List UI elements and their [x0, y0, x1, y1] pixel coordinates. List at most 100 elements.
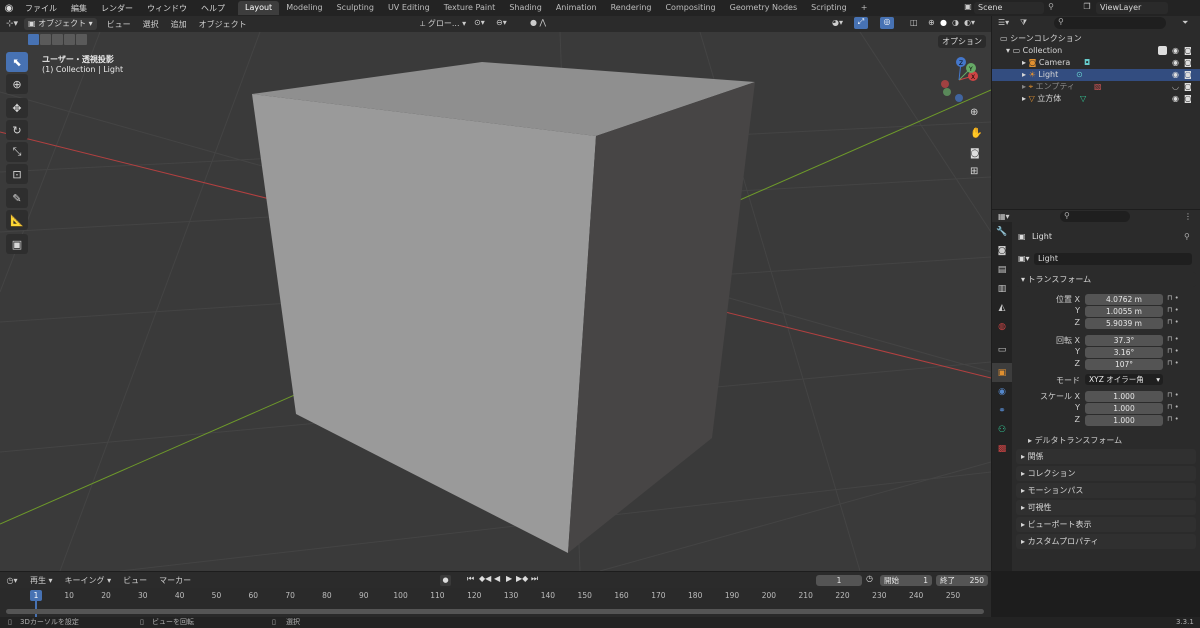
- lock-icon[interactable]: ⊓ •: [1167, 306, 1179, 314]
- lock-icon[interactable]: ⊓ •: [1167, 335, 1179, 343]
- view-layer-icon[interactable]: ❐: [1080, 2, 1094, 11]
- scale-z-field[interactable]: 1.000: [1085, 415, 1163, 426]
- timeline-area[interactable]: 1 10 20 30 40 50 60 70 80 90 100 110 120 130 140 150 160…: [0, 588, 991, 617]
- playback-menu[interactable]: 再生 ▾: [24, 575, 59, 586]
- menu-select[interactable]: 選択: [137, 19, 165, 30]
- lock-icon[interactable]: ⊓ •: [1167, 294, 1179, 302]
- outliner-root[interactable]: ▭ シーンコレクション: [992, 33, 1200, 45]
- expand-arrow-icon[interactable]: ▸: [992, 70, 1029, 79]
- object-data-tab-icon[interactable]: ⚇: [992, 420, 1012, 439]
- pivot-icon[interactable]: ⊙▾: [474, 18, 485, 27]
- blender-logo-icon[interactable]: ◉: [0, 3, 18, 14]
- rotate-tool-icon[interactable]: ↻: [6, 120, 28, 140]
- collection-checkbox[interactable]: [1158, 46, 1167, 55]
- shading-wireframe-icon[interactable]: ⊕: [928, 18, 935, 27]
- camera-view-icon[interactable]: ◙: [970, 148, 980, 159]
- location-y-field[interactable]: 1.0055 m: [1085, 306, 1163, 317]
- rotation-x-field[interactable]: 37.3°: [1085, 335, 1163, 346]
- proportional-edit-icon[interactable]: ● ⋀: [530, 18, 546, 27]
- gizmo-neg-x-handle[interactable]: [941, 80, 949, 88]
- visibility-panel[interactable]: ▸ 可視性: [1016, 500, 1196, 515]
- view-layer-tab-icon[interactable]: ▥: [992, 279, 1012, 298]
- shading-material-icon[interactable]: ◑: [952, 18, 959, 27]
- rotation-mode-dropdown[interactable]: XYZ オイラー角 ▾: [1085, 374, 1163, 385]
- editor-type-icon[interactable]: ⊹▾: [0, 19, 24, 29]
- add-workspace-button[interactable]: +: [854, 1, 875, 15]
- play-icon[interactable]: ▶: [506, 574, 512, 583]
- view-layer-field[interactable]: ViewLayer: [1096, 2, 1168, 14]
- delta-transform-subpanel[interactable]: ▸ デルタトランスフォーム: [1028, 435, 1122, 446]
- world-tab-icon[interactable]: ◍: [992, 317, 1012, 336]
- transform-panel-header[interactable]: ▾ トランスフォーム: [1016, 272, 1196, 287]
- collection-expand-icon[interactable]: ▾: [992, 46, 1013, 55]
- tool-tab-icon[interactable]: 🔧: [992, 222, 1012, 241]
- transform-tool-icon[interactable]: ⊡: [6, 164, 28, 184]
- select-invert-icon[interactable]: [64, 34, 75, 45]
- move-tool-icon[interactable]: ✥: [6, 98, 28, 118]
- lock-icon[interactable]: ⊓ •: [1167, 403, 1179, 411]
- rotation-y-field[interactable]: 3.16°: [1085, 347, 1163, 358]
- tab-texture-paint[interactable]: Texture Paint: [437, 1, 503, 15]
- scene-icon[interactable]: ▣: [962, 2, 974, 11]
- outliner-search-input[interactable]: ⚲: [1054, 17, 1166, 29]
- navigation-gizmo[interactable]: X Y Z: [937, 56, 987, 106]
- eye-closed-icon[interactable]: ◡: [1172, 81, 1179, 93]
- collection-tab-icon[interactable]: ▭: [992, 340, 1012, 359]
- select-subtract-icon[interactable]: [52, 34, 63, 45]
- render-camera-icon[interactable]: ◙: [1184, 93, 1192, 105]
- lock-icon[interactable]: ⊓ •: [1167, 415, 1179, 423]
- viewport-display-panel[interactable]: ▸ ビューポート表示: [1016, 517, 1196, 532]
- properties-search-input[interactable]: ⚲: [1060, 211, 1130, 222]
- outliner-item-camera[interactable]: ▸ ◙ Camera ◘ ◉ ◙: [992, 57, 1200, 69]
- annotate-tool-icon[interactable]: ✎: [6, 188, 28, 208]
- eye-icon[interactable]: ◉: [1172, 93, 1179, 105]
- lock-icon[interactable]: ⊓ •: [1167, 359, 1179, 367]
- orientation-dropdown[interactable]: ⟂ グロー... ▾: [420, 18, 466, 29]
- overlay-toggle-icon[interactable]: ◎: [880, 17, 894, 29]
- menu-edit[interactable]: 編集: [64, 3, 94, 14]
- location-z-field[interactable]: 5.9039 m: [1085, 318, 1163, 329]
- pin-icon[interactable]: ⚲: [1184, 232, 1190, 241]
- pin-icon[interactable]: ⚲: [1046, 2, 1056, 11]
- grid-view-icon[interactable]: ⊞: [970, 166, 978, 177]
- eye-icon[interactable]: ◉: [1172, 57, 1179, 69]
- tab-compositing[interactable]: Compositing: [658, 1, 722, 15]
- expand-arrow-icon[interactable]: ▸: [992, 58, 1029, 67]
- next-keyframe-icon[interactable]: ▶◆: [516, 574, 528, 583]
- scene-field[interactable]: Scene: [974, 2, 1044, 14]
- outliner-item-cube[interactable]: ▸ ▽ 立方体 ▽ ◉ ◙: [992, 93, 1200, 105]
- measure-tool-icon[interactable]: 📐: [6, 210, 28, 230]
- lock-icon[interactable]: ⊓ •: [1167, 347, 1179, 355]
- select-tool-icon[interactable]: ⬉: [6, 52, 28, 72]
- outliner-filter-icon[interactable]: ⏷: [1182, 18, 1188, 28]
- pan-hand-icon[interactable]: ✋: [970, 128, 982, 139]
- texture-tab-icon[interactable]: ▩: [992, 439, 1012, 458]
- tab-scripting[interactable]: Scripting: [804, 1, 854, 15]
- timeline-editor-icon[interactable]: ◷▾: [0, 576, 24, 585]
- expand-arrow-icon[interactable]: ▸: [992, 82, 1029, 91]
- preview-range-icon[interactable]: ◷: [866, 574, 873, 583]
- options-button[interactable]: オプション: [938, 35, 986, 48]
- menu-window[interactable]: ウィンドウ: [140, 3, 194, 14]
- prev-keyframe-icon[interactable]: ◆◀: [479, 574, 491, 583]
- constraints-tab-icon[interactable]: ⚭: [992, 401, 1012, 420]
- render-camera-icon[interactable]: ◙: [1184, 81, 1192, 93]
- gizmo-toggle-icon[interactable]: ⤢: [854, 17, 868, 29]
- record-button[interactable]: ●: [440, 575, 451, 586]
- menu-view[interactable]: ビュー: [101, 19, 137, 30]
- end-frame-field[interactable]: 終了 250: [936, 575, 988, 586]
- render-camera-icon[interactable]: ◙: [1184, 57, 1192, 69]
- mode-dropdown[interactable]: ▣ オブジェクト ▾: [24, 18, 97, 30]
- menu-render[interactable]: レンダー: [94, 3, 140, 14]
- outliner-item-light[interactable]: ▸ ☀ Light ⊙ ◉ ◙: [992, 69, 1200, 81]
- menu-add[interactable]: 追加: [165, 19, 193, 30]
- custom-properties-panel[interactable]: ▸ カスタムプロパティ: [1016, 534, 1196, 549]
- menu-file[interactable]: ファイル: [18, 3, 64, 14]
- rotation-z-field[interactable]: 107°: [1085, 359, 1163, 370]
- eye-icon[interactable]: ◉: [1172, 45, 1179, 57]
- collections-panel[interactable]: ▸ コレクション: [1016, 466, 1196, 481]
- relations-panel[interactable]: ▸ 関係: [1016, 449, 1196, 464]
- scale-y-field[interactable]: 1.000: [1085, 403, 1163, 414]
- tab-sculpting[interactable]: Sculpting: [330, 1, 381, 15]
- properties-editor-icon[interactable]: ▦▾: [998, 212, 1010, 221]
